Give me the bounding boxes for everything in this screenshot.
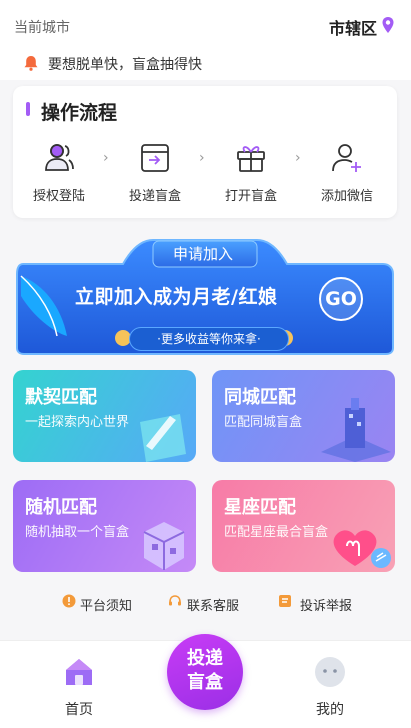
tile-title: 随机匹配 <box>25 497 97 518</box>
deliver-box-button[interactable]: 投递 盲盒 <box>167 634 243 710</box>
city-building-icon <box>321 398 391 462</box>
tile-subtitle: 随机抽取一个盲盒 <box>25 525 130 540</box>
tile-tacit-match[interactable]: 默契匹配 一起探索内心世界 <box>13 370 196 462</box>
step-add-wechat[interactable]: 添加微信 <box>307 141 387 204</box>
step-open-box[interactable]: 打开盲盒 <box>211 141 291 204</box>
step-label: 添加微信 <box>320 189 373 204</box>
tile-title: 默契匹配 <box>25 387 97 408</box>
link-contact-service[interactable]: 联系客服 <box>187 595 239 614</box>
bell-icon <box>24 56 38 71</box>
pen-book-icon <box>140 414 186 462</box>
tile-subtitle: 匹配星座最合盲盒 <box>224 525 329 540</box>
tile-title: 星座匹配 <box>224 497 296 518</box>
tile-zodiac-match[interactable]: 星座匹配 匹配星座最合盲盒 <box>212 480 395 572</box>
tile-subtitle: 一起探索内心世界 <box>25 415 130 430</box>
cube-icon <box>143 522 185 570</box>
heart-zodiac-icon <box>333 530 391 568</box>
footer-links: 平台须知 联系客服 投诉举报 <box>0 590 411 618</box>
gift-icon <box>237 146 265 172</box>
fab-line2: 盲盒 <box>187 672 223 693</box>
step-authorize-login[interactable]: 授权登陆 <box>19 141 99 204</box>
tab-mine[interactable]: 我的 <box>300 655 360 719</box>
avatar-icon <box>315 657 345 687</box>
tile-subtitle: 匹配同城盲盒 <box>224 415 303 430</box>
top-bar: 当前城市 市辖区 <box>0 0 411 50</box>
fab-line1: 投递 <box>187 648 223 669</box>
step-deliver-box[interactable]: 投递盲盒 <box>115 141 195 204</box>
apply-join-tab: 申请加入 <box>172 245 233 263</box>
home-icon <box>66 659 92 685</box>
tile-same-city-match[interactable]: 同城匹配 匹配同城盲盒 <box>212 370 395 462</box>
tab-label: 我的 <box>316 702 344 718</box>
title-accent-bar <box>26 102 30 116</box>
city-selector[interactable]: 市辖区 <box>329 15 377 39</box>
notice-text: 要想脱单快，盲盒抽得快 <box>48 57 202 73</box>
info-icon <box>62 594 76 608</box>
banner-headline: 立即加入成为月老/红娘 <box>75 286 278 308</box>
tile-random-match[interactable]: 随机匹配 随机抽取一个盲盒 <box>13 480 196 572</box>
headset-icon <box>169 595 181 606</box>
step-label: 授权登陆 <box>32 189 85 204</box>
process-title: 操作流程 <box>41 102 118 124</box>
add-user-icon <box>332 144 361 172</box>
process-card: 操作流程 授权登陆 › 投递盲盒 › 打开盲盒 › 添加微信 <box>13 86 397 218</box>
box-in-icon <box>141 144 169 172</box>
users-icon <box>45 144 74 171</box>
go-button[interactable]: GO <box>319 277 363 321</box>
report-icon <box>279 595 291 607</box>
link-complaint-report[interactable]: 投诉举报 <box>300 595 352 614</box>
banner-subtext: ·更多收益等你来拿· <box>129 327 289 351</box>
chevron-right-icon: › <box>103 150 109 166</box>
step-label: 打开盲盒 <box>224 189 277 204</box>
step-label: 投递盲盒 <box>128 189 181 204</box>
tile-title: 同城匹配 <box>224 387 296 408</box>
notice-bar: 要想脱单快，盲盒抽得快 <box>0 50 411 80</box>
link-platform-notice[interactable]: 平台须知 <box>80 595 132 614</box>
location-pin-icon[interactable] <box>381 16 395 34</box>
chevron-right-icon: › <box>199 150 205 166</box>
chevron-right-icon: › <box>295 150 301 166</box>
current-city-label: 当前城市 <box>14 20 70 36</box>
tab-label: 首页 <box>65 702 93 718</box>
tab-home[interactable]: 首页 <box>49 655 109 719</box>
join-banner[interactable]: 申请加入 立即加入成为月老/红娘 GO ·更多收益等你来拿· <box>13 236 397 356</box>
